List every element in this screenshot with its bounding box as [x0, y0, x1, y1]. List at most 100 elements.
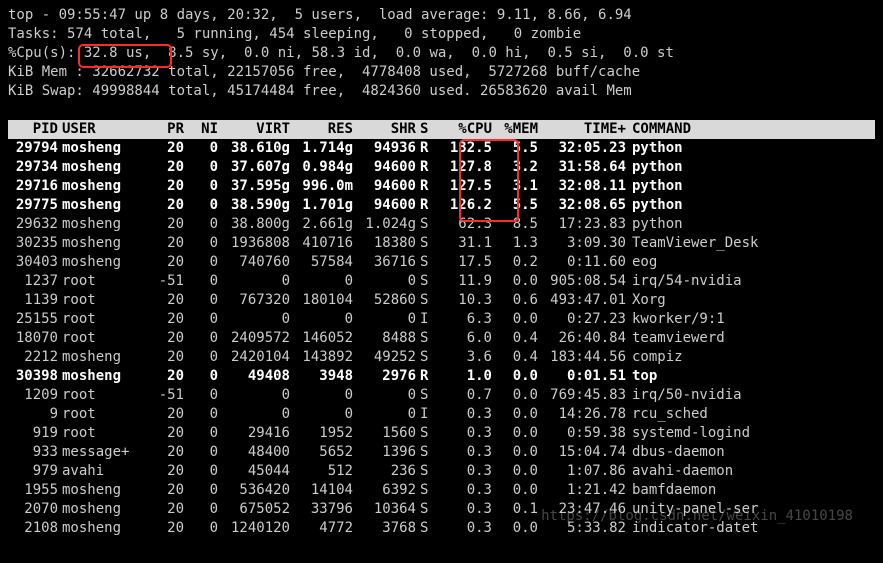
- cell-time: 905:08.54: [538, 272, 626, 291]
- cell-time: 15:04.74: [538, 443, 626, 462]
- cell-pr: 20: [142, 196, 184, 215]
- cell-res: 1.714g: [290, 139, 353, 158]
- cell-virt: 0: [218, 310, 290, 329]
- cell-cpu: 31.1: [438, 234, 492, 253]
- cell-mem: 0.2: [492, 253, 538, 272]
- cell-mem: 0.0: [492, 424, 538, 443]
- cell-s: S: [416, 272, 438, 291]
- cell-cmd: irq/50-nvidia: [626, 386, 875, 405]
- cell-s: S: [416, 234, 438, 253]
- cell-user: mosheng: [58, 367, 142, 386]
- cell-cmd: rcu_sched: [626, 405, 875, 424]
- cell-ni: 0: [184, 424, 218, 443]
- cell-time: 0:59.38: [538, 424, 626, 443]
- cell-time: 26:40.84: [538, 329, 626, 348]
- process-row: 1209root-510000S0.70.0769:45.83irq/50-nv…: [8, 386, 875, 405]
- cell-user: mosheng: [58, 139, 142, 158]
- cell-user: root: [58, 405, 142, 424]
- cell-res: 0: [290, 405, 353, 424]
- cell-virt: 37.607g: [218, 158, 290, 177]
- cell-s: R: [416, 196, 438, 215]
- cell-mem: 0.0: [492, 462, 538, 481]
- process-row: 933message+2004840056521396S0.30.015:04.…: [8, 443, 875, 462]
- cell-virt: 38.610g: [218, 139, 290, 158]
- cell-user: mosheng: [58, 215, 142, 234]
- cell-cpu: 127.5: [438, 177, 492, 196]
- cell-cpu: 10.3: [438, 291, 492, 310]
- cell-cmd: top: [626, 367, 875, 386]
- cell-virt: 0: [218, 405, 290, 424]
- col-s: S: [416, 120, 438, 139]
- cell-shr: 2976: [353, 367, 416, 386]
- cell-mem: 0.0: [492, 481, 538, 500]
- cell-pr: -51: [142, 386, 184, 405]
- cell-mem: 1.3: [492, 234, 538, 253]
- cell-virt: 536420: [218, 481, 290, 500]
- cell-pr: 20: [142, 367, 184, 386]
- cell-shr: 10364: [353, 500, 416, 519]
- cell-shr: 1396: [353, 443, 416, 462]
- cell-cpu: 0.3: [438, 405, 492, 424]
- cell-res: 512: [290, 462, 353, 481]
- cell-user: root: [58, 291, 142, 310]
- cell-mem: 0.1: [492, 500, 538, 519]
- cell-virt: 1936808: [218, 234, 290, 253]
- cell-cmd: python: [626, 196, 875, 215]
- cell-s: S: [416, 500, 438, 519]
- cell-s: S: [416, 481, 438, 500]
- cell-time: 1:21.42: [538, 481, 626, 500]
- cell-virt: 37.595g: [218, 177, 290, 196]
- cell-pid: 30403: [8, 253, 58, 272]
- cell-pid: 919: [8, 424, 58, 443]
- cell-ni: 0: [184, 386, 218, 405]
- cell-res: 0: [290, 386, 353, 405]
- cell-s: S: [416, 443, 438, 462]
- cell-cmd: Xorg: [626, 291, 875, 310]
- cell-cmd: eog: [626, 253, 875, 272]
- cell-res: 410716: [290, 234, 353, 253]
- cell-pid: 2108: [8, 519, 58, 538]
- cell-pr: 20: [142, 291, 184, 310]
- process-row: 30235mosheng200193680841071618380S31.11.…: [8, 234, 875, 253]
- cell-ni: 0: [184, 462, 218, 481]
- summary-line-tasks: Tasks: 574 total, 5 running, 454 sleepin…: [8, 25, 875, 44]
- cell-cpu: 62.3: [438, 215, 492, 234]
- cell-shr: 1.024g: [353, 215, 416, 234]
- summary-line-mem: KiB Mem : 32662732 total, 22157056 free,…: [8, 63, 875, 82]
- cell-time: 0:27.23: [538, 310, 626, 329]
- cell-shr: 94600: [353, 158, 416, 177]
- cell-mem: 0.0: [492, 405, 538, 424]
- cell-ni: 0: [184, 272, 218, 291]
- process-row: 18070root20024095721460528488S6.00.426:4…: [8, 329, 875, 348]
- cell-s: S: [416, 519, 438, 538]
- cell-pid: 2212: [8, 348, 58, 367]
- process-row: 25155root200000I6.30.00:27.23kworker/9:1: [8, 310, 875, 329]
- cell-cpu: 0.3: [438, 443, 492, 462]
- cell-s: S: [416, 462, 438, 481]
- cell-pid: 25155: [8, 310, 58, 329]
- cell-user: root: [58, 272, 142, 291]
- cell-s: R: [416, 139, 438, 158]
- cell-s: I: [416, 405, 438, 424]
- cell-ni: 0: [184, 443, 218, 462]
- cell-res: 0: [290, 272, 353, 291]
- cell-res: 0.984g: [290, 158, 353, 177]
- cell-mem: 0.4: [492, 348, 538, 367]
- cell-shr: 236: [353, 462, 416, 481]
- col-cmd: COMMAND: [626, 120, 875, 139]
- cell-shr: 18380: [353, 234, 416, 253]
- cell-ni: 0: [184, 367, 218, 386]
- cell-virt: 1240120: [218, 519, 290, 538]
- cell-cpu: 0.3: [438, 424, 492, 443]
- summary-line-swap: KiB Swap: 49998844 total, 45174484 free,…: [8, 82, 875, 101]
- cell-pid: 29716: [8, 177, 58, 196]
- col-pr: PR: [142, 120, 184, 139]
- cell-res: 33796: [290, 500, 353, 519]
- cell-virt: 48400: [218, 443, 290, 462]
- terminal-screen[interactable]: top - 09:55:47 up 8 days, 20:32, 5 users…: [0, 0, 883, 544]
- cell-pid: 2070: [8, 500, 58, 519]
- cell-shr: 8488: [353, 329, 416, 348]
- cell-time: 183:44.56: [538, 348, 626, 367]
- cell-res: 996.0m: [290, 177, 353, 196]
- cell-mem: 0.4: [492, 329, 538, 348]
